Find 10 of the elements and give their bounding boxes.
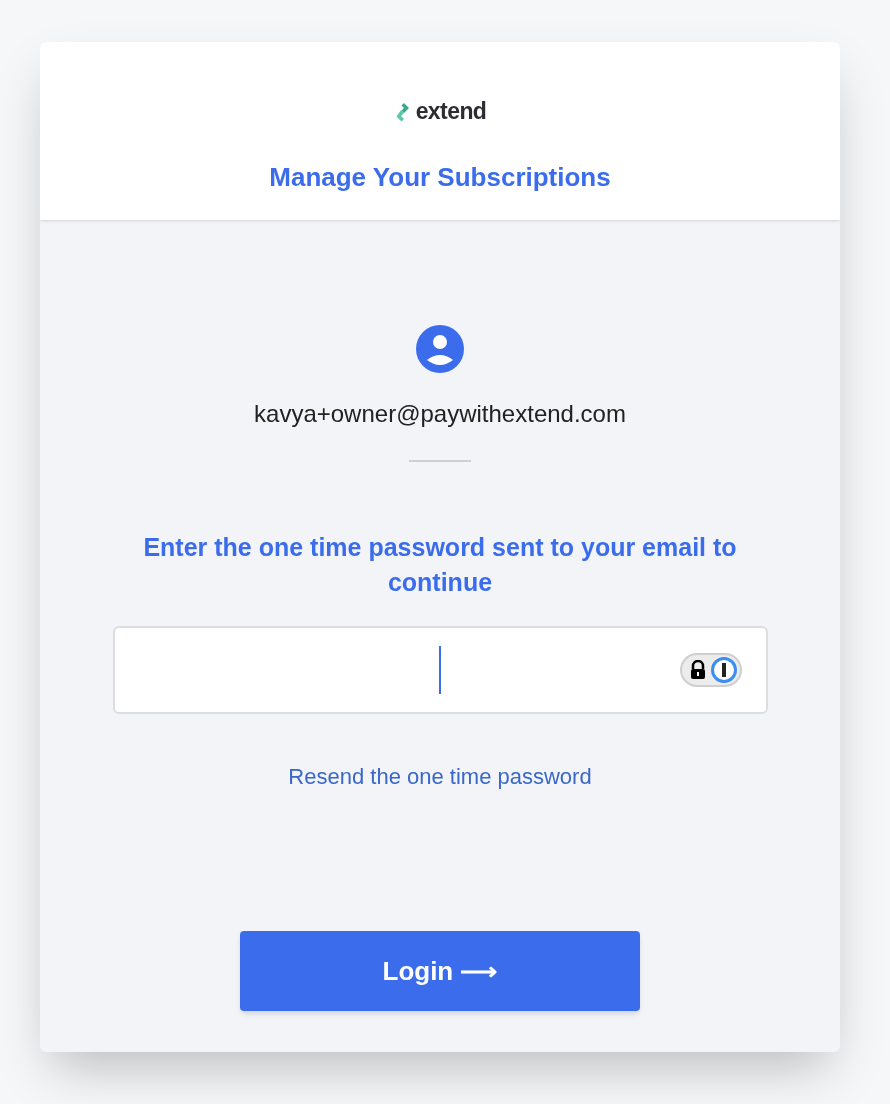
login-button[interactable]: Login ⟶ (240, 931, 640, 1011)
logo-icon (393, 100, 412, 123)
brand-name: extend (415, 100, 487, 123)
password-manager-icon[interactable] (679, 653, 742, 687)
otp-input-field[interactable] (112, 626, 768, 714)
user-avatar-icon (415, 324, 465, 374)
page-title: Manage Your Subscriptions (269, 161, 611, 194)
resend-link[interactable]: Resend the one time password (288, 760, 592, 793)
instruction-text: Enter the one time password sent to your email to continue (142, 532, 738, 598)
account-email: kavya+owner@paywithextend.com (254, 399, 626, 429)
